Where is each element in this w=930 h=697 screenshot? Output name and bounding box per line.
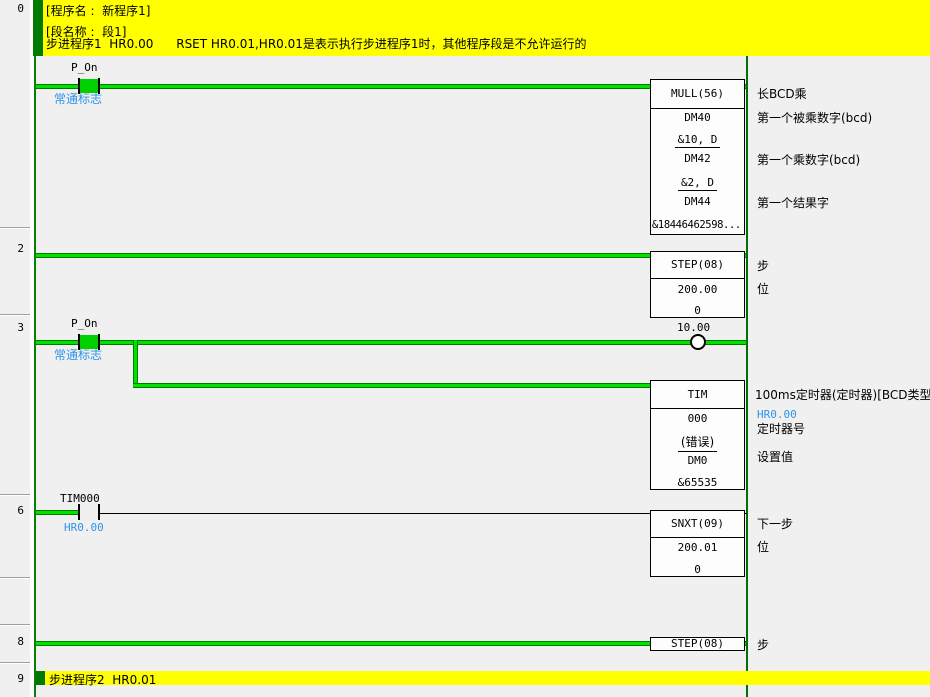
tim-comment-op2: 设置值: [757, 448, 793, 465]
step1-instruction-block[interactable]: STEP(08) 200.00 0: [650, 251, 745, 318]
rung3-branch-vertical: [133, 340, 138, 388]
rung-number-9[interactable]: 9: [0, 672, 24, 685]
margin-separator: [0, 577, 30, 578]
mull-monitor3: &2, D: [678, 176, 717, 191]
tim-title: TIM: [651, 381, 744, 409]
mull-operand3: DM44: [651, 195, 744, 208]
step2-instruction-block[interactable]: STEP(08): [650, 637, 745, 651]
contact-tick: [98, 504, 100, 520]
program-name-line: [程序名 : 新程序1]: [46, 2, 151, 19]
tim-operand1: 000: [651, 412, 744, 425]
tim-monitor2: (错误): [678, 433, 717, 452]
right-power-rail: [746, 0, 748, 697]
mull-monitor2: &10, D: [675, 133, 721, 148]
step1-title: STEP(08): [651, 252, 744, 279]
rung-margin: 0 2 3 6 8 9: [0, 0, 30, 697]
rung3-coil-label: 10.00: [677, 321, 710, 334]
rung-comment-line: 步进程序1 HR0.00 RSET HR0.01,HR0.01是表示执行步进程序…: [46, 35, 587, 52]
rung-number-3[interactable]: 3: [0, 321, 24, 334]
rung9-comment-bar[interactable]: 步进程序2 HR0.01: [36, 671, 930, 685]
rung-number-6[interactable]: 6: [0, 504, 24, 517]
rung0-wire: [36, 84, 746, 89]
rung6-contact-tim000[interactable]: [78, 504, 100, 520]
margin-separator: [0, 662, 30, 663]
snxt-comment-title: 下一步: [757, 515, 793, 532]
rung6-contact-comment: HR0.00: [64, 521, 104, 534]
mull-comment-op1: 第一个被乘数字(bcd): [757, 109, 872, 126]
tim-comment-op1: 定时器号: [757, 420, 805, 437]
step1-comment-title: 步: [757, 257, 769, 274]
mull-instruction-block[interactable]: MULL(56) DM40 &10, D DM42 &2, D DM44 &18…: [650, 79, 745, 235]
rung3-wire: [36, 340, 746, 345]
step1-comment-op1: 位: [757, 280, 769, 297]
margin-separator: [0, 227, 30, 228]
rung6-contact-label: TIM000: [60, 492, 100, 505]
rung-number-0[interactable]: 0: [0, 2, 24, 15]
rung3-contact-comment: 常通标志: [54, 346, 102, 363]
margin-separator: [0, 314, 30, 315]
snxt-instruction-block[interactable]: SNXT(09) 200.01 0: [650, 510, 745, 577]
rung0-contact-label: P_On: [71, 61, 98, 74]
rung9-comment-text: 步进程序2 HR0.01: [49, 671, 156, 688]
snxt-title: SNXT(09): [651, 511, 744, 538]
rung6-wire-left: [36, 510, 80, 515]
contact-tick: [78, 504, 80, 520]
rung8-wire: [36, 641, 746, 646]
mull-operand2: DM42: [651, 152, 744, 165]
margin-separator: [0, 624, 30, 625]
rung9-comment-marker: [36, 671, 45, 685]
mull-comment-title: 长BCD乘: [757, 85, 807, 102]
left-power-rail: [34, 0, 36, 697]
ladder-editor: 0 2 3 6 8 9 [程序名 : 新程序1] [段名称 : 段1] 步进程序…: [0, 0, 930, 697]
tim-comment-title: 100ms定时器(定时器)[BCD类型]: [755, 386, 930, 403]
tim-instruction-block[interactable]: TIM 000 (错误) DM0 &65535: [650, 380, 745, 490]
rung-number-8[interactable]: 8: [0, 635, 24, 648]
rung3-output-coil[interactable]: [690, 334, 706, 350]
snxt-value: 0: [651, 563, 744, 576]
step1-value: 0: [651, 304, 744, 317]
header-comment-bar[interactable]: [程序名 : 新程序1] [段名称 : 段1] 步进程序1 HR0.00 RSE…: [43, 0, 930, 56]
mull-result-monitor: &18446462598...: [652, 219, 745, 231]
snxt-comment-op1: 位: [757, 538, 769, 555]
rung3-contact-label: P_On: [71, 317, 98, 330]
mull-operand1: DM40: [651, 111, 744, 124]
mull-comment-op2: 第一个乘数字(bcd): [757, 151, 860, 168]
rung-number-2[interactable]: 2: [0, 242, 24, 255]
snxt-operand1: 200.01: [651, 541, 744, 554]
step1-operand1: 200.00: [651, 283, 744, 296]
header-comment-marker: [33, 0, 43, 56]
mull-title: MULL(56): [651, 80, 744, 109]
tim-operand2: DM0: [651, 454, 744, 467]
mull-comment-op3: 第一个结果字: [757, 194, 829, 211]
rung2-wire: [36, 253, 746, 258]
tim-current-value: &65535: [651, 476, 744, 489]
step2-comment-title: 步: [757, 636, 769, 653]
margin-separator: [0, 494, 30, 495]
rung0-contact-comment: 常通标志: [54, 90, 102, 107]
rung3-branch-wire: [133, 383, 650, 388]
